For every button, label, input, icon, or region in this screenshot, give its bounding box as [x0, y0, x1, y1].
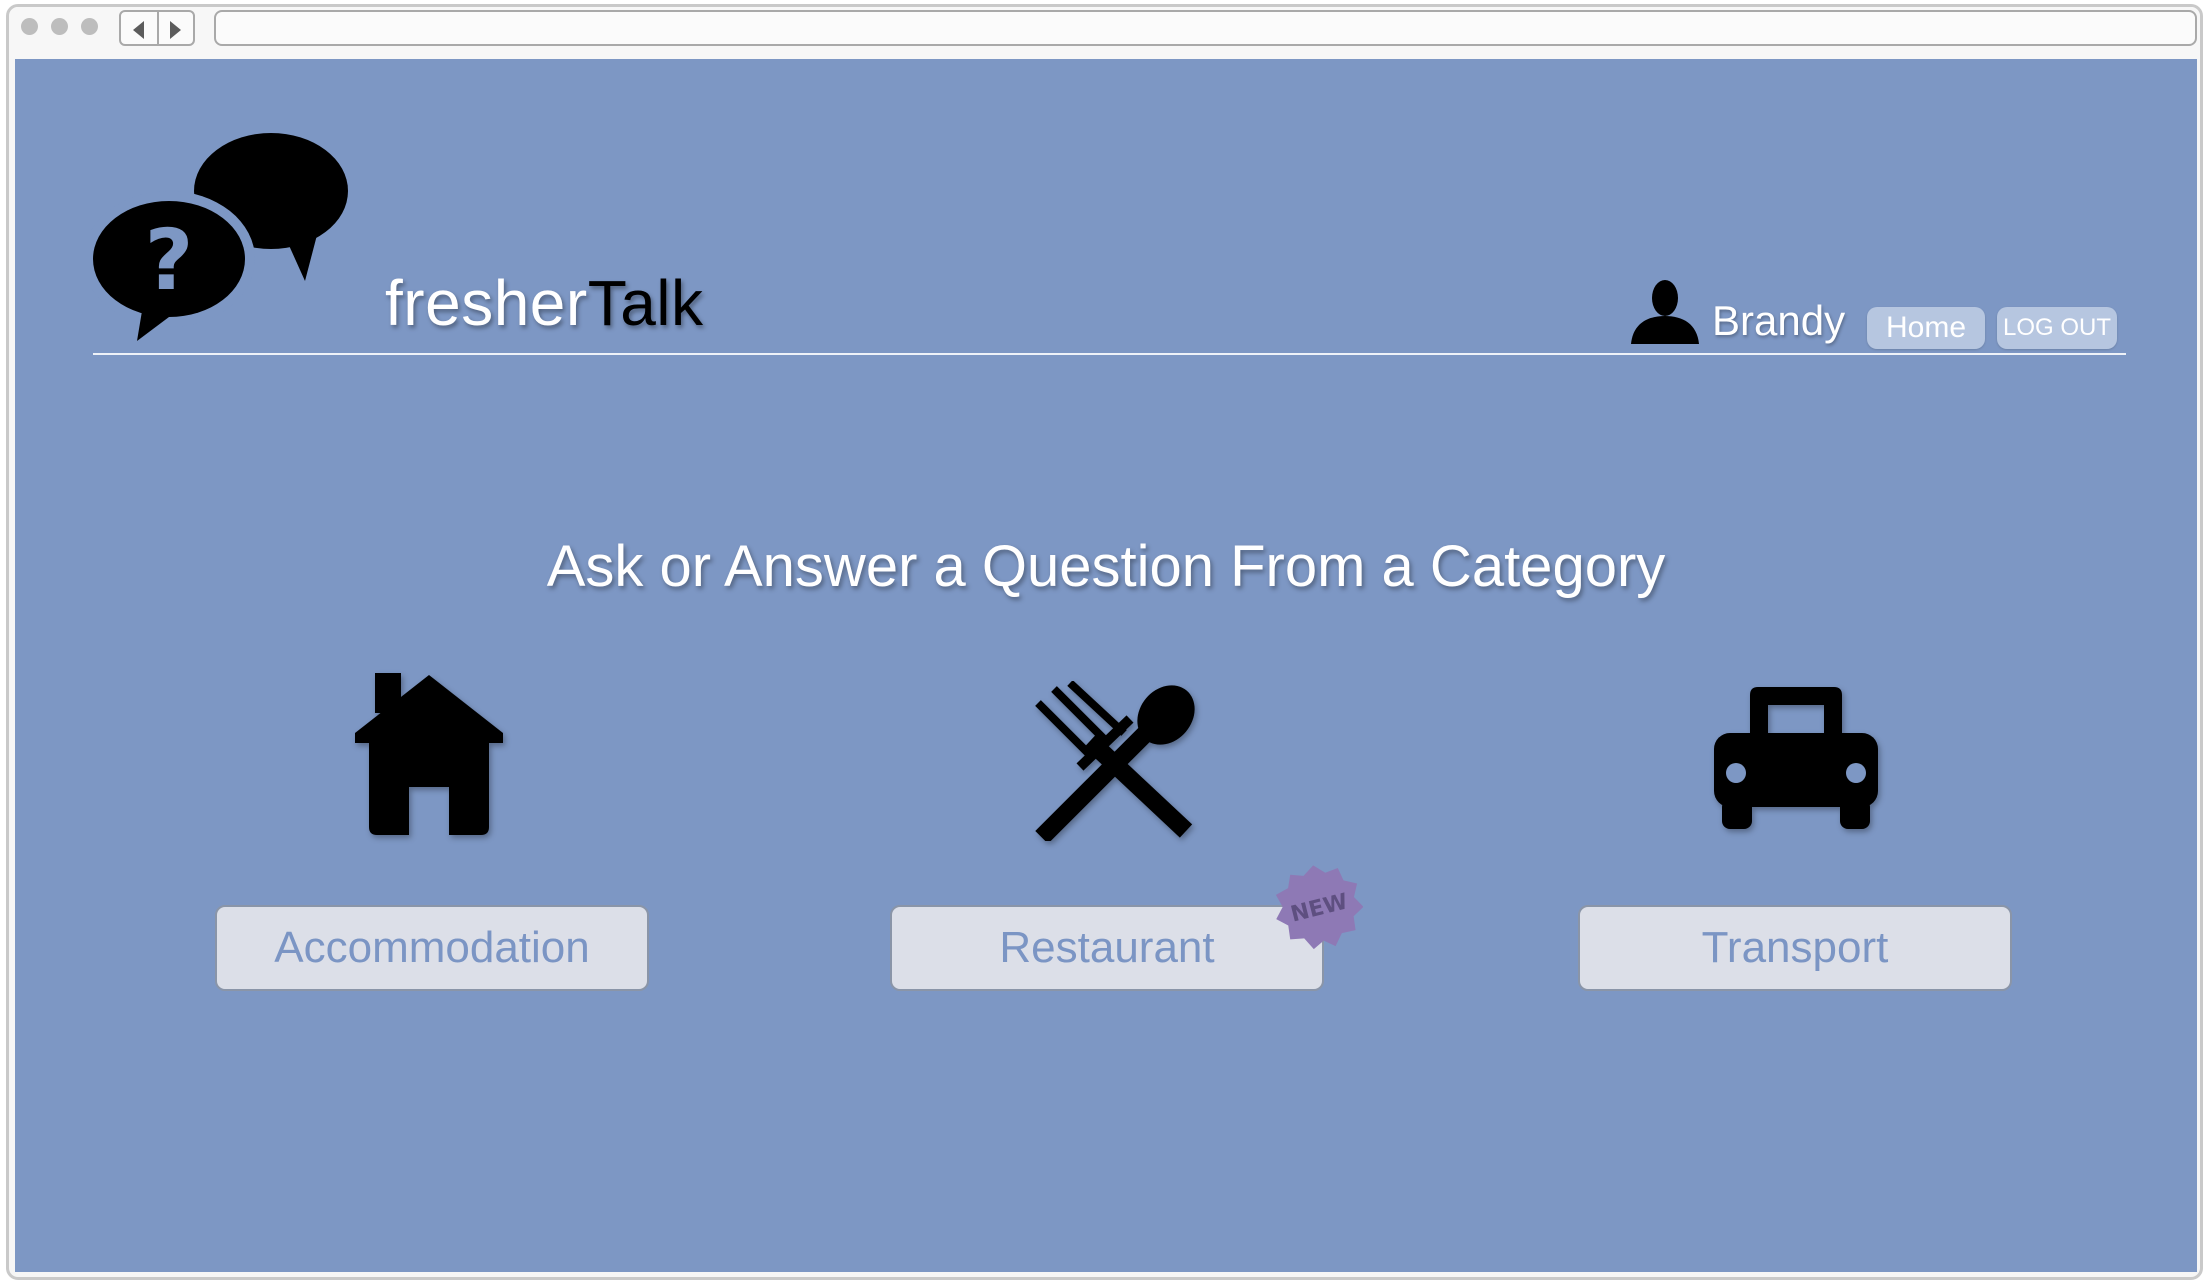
- browser-toolbar: [9, 7, 2200, 59]
- car-icon: [1714, 687, 1878, 829]
- address-bar[interactable]: [214, 10, 2197, 46]
- nav-divider: [157, 12, 159, 44]
- browser-window: ? fresherTalk Brandy Home LOG OUT Ask or…: [6, 4, 2203, 1280]
- house-icon: [355, 673, 503, 835]
- transport-button[interactable]: Transport: [1578, 905, 2012, 991]
- home-button[interactable]: Home: [1867, 307, 1985, 349]
- svg-text:?: ?: [145, 211, 194, 309]
- window-zoom-dot[interactable]: [81, 18, 98, 35]
- window-minimize-dot[interactable]: [51, 18, 68, 35]
- chevron-left-icon[interactable]: [133, 21, 144, 39]
- window-close-dot[interactable]: [21, 18, 38, 35]
- page-content: ? fresherTalk Brandy Home LOG OUT Ask or…: [15, 59, 2197, 1272]
- chat-bubbles-question-icon: ?: [91, 133, 348, 341]
- brand-title: fresherTalk: [385, 266, 704, 340]
- chevron-right-icon[interactable]: [170, 21, 181, 39]
- restaurant-button[interactable]: Restaurant: [890, 905, 1324, 991]
- username-label: Brandy: [1712, 297, 1846, 344]
- page-title: Ask or Answer a Question From a Category: [546, 534, 1666, 599]
- brand-part-talk: Talk: [587, 267, 704, 339]
- browser-nav-buttons: [119, 10, 195, 46]
- accommodation-button[interactable]: Accommodation: [215, 905, 649, 991]
- user-silhouette-icon: [1631, 280, 1699, 344]
- fork-spoon-icon: [1035, 681, 1195, 841]
- logout-button[interactable]: LOG OUT: [1997, 307, 2117, 349]
- new-badge: NEW: [1275, 865, 1363, 950]
- header-divider: [93, 353, 2126, 355]
- brand-part-fresher: fresher: [385, 267, 588, 339]
